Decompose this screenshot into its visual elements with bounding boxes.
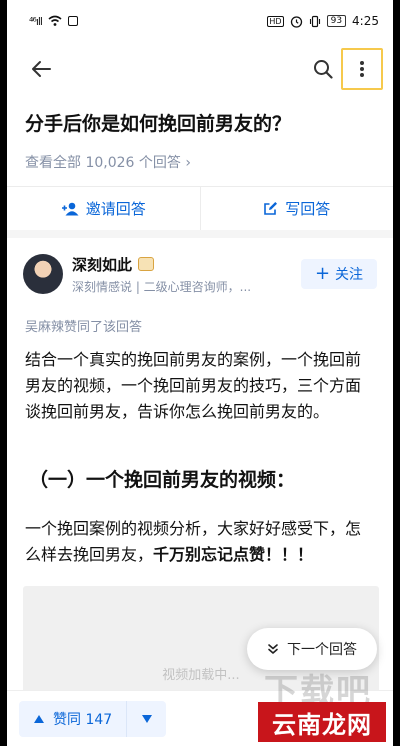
comment-button[interactable]: 27: [361, 704, 381, 733]
alarm-icon: [290, 15, 302, 28]
thanks-label: 感谢 42: [317, 724, 353, 735]
invite-answer-button[interactable]: 邀请回答: [7, 187, 200, 230]
author-description: 深刻情感说 | 二级心理咨询师，...: [72, 279, 252, 294]
vibrate-icon: [309, 15, 320, 27]
top-bar: [7, 42, 393, 96]
next-answer-button[interactable]: 下一个回答: [247, 628, 377, 670]
battery-icon: 93: [326, 15, 347, 27]
write-answer-button[interactable]: 写回答: [199, 187, 394, 230]
triangle-up-icon: [34, 714, 44, 723]
hd-icon: HD: [267, 15, 284, 27]
comment-icon: [362, 705, 380, 722]
upvote-label: 赞同 147: [53, 711, 113, 728]
invite-answer-label: 邀请回答: [85, 200, 146, 218]
upvote-button[interactable]: 赞同 147: [19, 701, 126, 737]
author-row: 深刻如此 深刻情感说 | 二级心理咨询师，... + 关注: [7, 238, 393, 300]
answer-section-heading: （一）一个挽回前男友的视频：: [29, 469, 296, 491]
comment-count: 27: [364, 722, 378, 733]
notification-icon: [68, 16, 78, 26]
author-name[interactable]: 深刻如此: [72, 254, 132, 275]
signal-icon: ⁴⁶ıll: [29, 14, 43, 28]
search-icon: [314, 60, 333, 79]
more-vertical-icon: [360, 61, 364, 77]
thanks-button[interactable]: 感谢 42: [317, 702, 353, 735]
avatar[interactable]: [23, 254, 63, 294]
more-button[interactable]: [341, 48, 383, 90]
wifi-icon: [48, 15, 62, 26]
status-right: HD 93 4:25: [267, 14, 379, 28]
follow-label: 关注: [335, 267, 364, 283]
bottom-action-bar: 赞同 147 感谢 42 27: [7, 690, 393, 746]
status-bar: ⁴⁶ıll HD 93 4:25: [7, 0, 393, 42]
downvote-button[interactable]: [126, 700, 166, 737]
liked-by-note: 吴麻辣赞同了该回答: [25, 320, 143, 335]
next-answer-label: 下一个回答: [287, 642, 357, 658]
question-title[interactable]: 分手后你是如何挽回前男友的？: [7, 96, 393, 138]
write-answer-label: 写回答: [285, 200, 331, 218]
status-left: ⁴⁶ıll: [29, 15, 78, 28]
search-button[interactable]: [307, 53, 339, 85]
answer-body: 一个挽回案例的视频分析，大家好好感受下，怎么样去挽回男友，千万别忘记点赞！！！: [7, 492, 393, 568]
verified-badge-icon: [138, 257, 155, 271]
app-screen: ⁴⁶ıll HD 93 4:25 分手后你是如何挽回前男友的？ 查看全部 10,…: [7, 0, 393, 746]
clock: 4:25: [352, 14, 379, 28]
back-arrow-icon: [32, 61, 51, 77]
triangle-down-icon: [141, 714, 152, 723]
author-name-row: 深刻如此: [72, 254, 301, 275]
answer-body-bold: 千万别忘记点赞！！！: [153, 545, 314, 564]
edit-icon: [264, 202, 278, 215]
plus-icon: +: [314, 263, 331, 284]
author-info: 深刻如此 深刻情感说 | 二级心理咨询师，...: [72, 254, 301, 295]
back-button[interactable]: [25, 53, 57, 85]
follow-button[interactable]: + 关注: [301, 259, 377, 289]
add-user-icon: [61, 202, 79, 215]
question-actions: 邀请回答 写回答: [7, 186, 393, 238]
double-chevron-down-icon: [268, 644, 278, 654]
battery-level: 93: [330, 16, 343, 26]
answer-intro: 结合一个真实的挽回前男友的案例，一个挽回前男友的视频，一个挽回前男友的技巧，三个…: [25, 350, 362, 421]
top-actions: [307, 48, 383, 90]
view-all-answers-link[interactable]: 查看全部 10,026 个回答 ›: [7, 138, 393, 172]
heart-icon: [325, 702, 345, 720]
vote-group: 赞同 147: [19, 700, 167, 737]
